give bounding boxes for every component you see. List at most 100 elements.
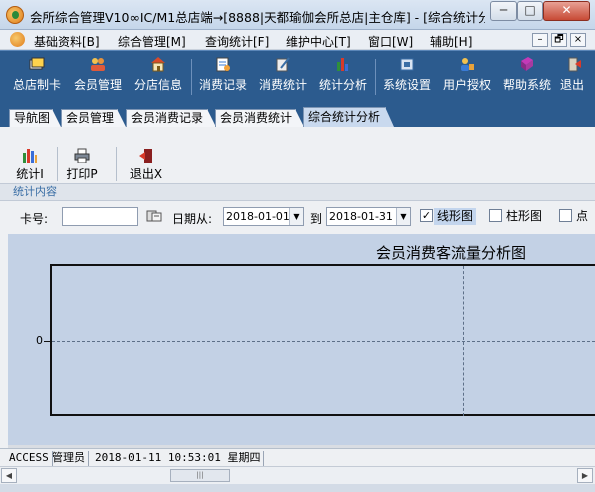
- chart-gridline-vertical: [463, 266, 464, 416]
- tab-consumption-record[interactable]: 会员消费记录: [126, 109, 216, 127]
- status-datetime: 2018-01-11 10:53:01 星期四: [92, 451, 265, 466]
- toolbar-separator: [191, 59, 192, 95]
- content-toolbar: 统计I 打印P 退出X: [0, 127, 595, 182]
- menu-basic-data[interactable]: 基础资料[B]: [34, 33, 100, 50]
- bar-chart-label[interactable]: 柱形图: [503, 208, 545, 225]
- toolbar-members-label: 会员管理: [73, 78, 122, 92]
- store-icon: [151, 57, 165, 72]
- scroll-left-icon[interactable]: ◀: [1, 468, 17, 483]
- toolbar-store-button[interactable]: 分店信息: [131, 54, 185, 98]
- toolbar-analysis-label: 统计分析: [318, 78, 367, 92]
- date-to-value: 2018-01-31: [329, 210, 393, 223]
- line-chart-label[interactable]: 线形图: [434, 208, 477, 225]
- chart-gridline-horizontal: [52, 341, 595, 342]
- date-from-picker[interactable]: 2018-01-01 ▼: [223, 207, 304, 226]
- chart-title: 会员消费客流量分析图: [376, 244, 527, 262]
- stats-label: 统计I: [16, 167, 44, 181]
- date-to-picker[interactable]: 2018-01-31 ▼: [326, 207, 411, 226]
- user-auth-icon: [461, 58, 474, 71]
- mdi-minimize-button[interactable]: –: [532, 33, 548, 47]
- menu-window[interactable]: 窗口[W]: [368, 33, 413, 50]
- scroll-thumb[interactable]: |||: [170, 469, 230, 482]
- tab-consumption-stats[interactable]: 会员消费统计: [215, 109, 304, 127]
- maximize-button[interactable]: □: [517, 1, 543, 21]
- tab-comprehensive-analysis[interactable]: 综合统计分析: [303, 107, 394, 127]
- consumption-record-icon: [216, 57, 230, 72]
- exit-icon: [568, 57, 581, 72]
- subtoolbar-separator: [57, 147, 58, 181]
- exit-button[interactable]: 退出X: [128, 148, 164, 182]
- toolbar-members-button[interactable]: 会员管理: [71, 54, 125, 98]
- print-label: 打印P: [66, 167, 98, 181]
- print-button[interactable]: 打印P: [64, 148, 100, 182]
- toolbar-settings-button[interactable]: 系统设置: [380, 54, 434, 98]
- stats-button[interactable]: 统计I: [13, 148, 47, 182]
- title-bar: 会所综合管理V10∞IC/M1总店端→[8888|天都瑜伽会所总店|主仓库] -…: [0, 0, 595, 30]
- settings-icon: [400, 58, 414, 71]
- status-bar: ACCESS 管理员 2018-01-11 10:53:01 星期四: [0, 448, 595, 466]
- menu-query-statistics[interactable]: 查询统计[F]: [205, 33, 269, 50]
- y-axis-tick-label: 0: [36, 334, 43, 347]
- toolbar-analysis-button[interactable]: 统计分析: [316, 54, 370, 98]
- mdi-close-button[interactable]: ×: [570, 33, 586, 47]
- menu-general-management[interactable]: 综合管理[M]: [118, 33, 186, 50]
- consumption-stats-icon: [276, 57, 290, 72]
- section-label: 统计内容: [0, 183, 595, 201]
- help-icon: [521, 57, 533, 71]
- app-menu-icon[interactable]: [10, 32, 25, 47]
- status-database: ACCESS: [6, 451, 53, 466]
- exit-label: 退出X: [129, 167, 163, 181]
- date-from-label: 日期从:: [172, 212, 213, 226]
- toolbar-exit-button[interactable]: 退出: [560, 54, 595, 98]
- toolbar-help-button[interactable]: 帮助系统: [500, 54, 554, 98]
- filter-bar: 卡号: 日期从: 2018-01-01 ▼ 到 2018-01-31 ▼ ✓ 线…: [0, 202, 595, 234]
- menu-bar: 基础资料[B] 综合管理[M] 查询统计[F] 维护中心[T] 窗口[W] 辅助…: [0, 30, 595, 50]
- bar-chart-checkbox[interactable]: [489, 209, 502, 222]
- toolbar-exit-label: 退出: [560, 78, 585, 92]
- app-logo-icon: [6, 6, 24, 24]
- main-toolbar: 总店制卡 会员管理 分店信息 消费记录 消费统计 统计分析 系统设置 用户授权 …: [0, 50, 595, 100]
- toolbar-help-label: 帮助系统: [502, 78, 551, 92]
- toolbar-consumption-stats-button[interactable]: 消费统计: [256, 54, 310, 98]
- exit-door-icon: [139, 149, 152, 163]
- card-icon: [29, 57, 45, 70]
- menu-maintenance[interactable]: 维护中心[T]: [286, 33, 351, 50]
- horizontal-scrollbar[interactable]: ◀ ||| ▶: [0, 466, 595, 484]
- date-from-value: 2018-01-01: [226, 210, 290, 223]
- line-chart-checkbox[interactable]: ✓: [420, 209, 433, 222]
- toolbar-card-label: 总店制卡: [12, 78, 61, 92]
- tab-bar: 导航图 会员管理 会员消费记录 会员消费统计 综合统计分析: [0, 100, 595, 127]
- menu-help[interactable]: 辅助[H]: [430, 33, 472, 50]
- mdi-restore-button[interactable]: 🗗: [551, 33, 567, 47]
- close-button[interactable]: ✕: [543, 1, 590, 21]
- y-axis-tick-mark: [44, 341, 50, 342]
- toolbar-store-label: 分店信息: [133, 78, 182, 92]
- tab-member-management[interactable]: 会员管理: [61, 109, 126, 127]
- point-chart-label[interactable]: 点: [573, 208, 591, 225]
- point-chart-checkbox[interactable]: [559, 209, 572, 222]
- toolbar-separator: [375, 59, 376, 95]
- status-user: 管理员: [49, 451, 89, 466]
- analysis-icon: [337, 58, 348, 71]
- printer-icon: [74, 148, 90, 163]
- window-title: 会所综合管理V10∞IC/M1总店端→[8888|天都瑜伽会所总店|主仓库] -…: [30, 10, 485, 25]
- card-reader-icon[interactable]: [146, 209, 162, 223]
- tab-navigation[interactable]: 导航图: [9, 109, 61, 127]
- toolbar-settings-label: 系统设置: [382, 78, 431, 92]
- toolbar-consumption-stats-label: 消费统计: [258, 78, 307, 92]
- toolbar-consumption-record-button[interactable]: 消费记录: [196, 54, 250, 98]
- toolbar-user-auth-button[interactable]: 用户授权: [440, 54, 494, 98]
- chevron-down-icon[interactable]: ▼: [396, 208, 410, 225]
- chevron-down-icon[interactable]: ▼: [289, 208, 303, 225]
- card-number-input[interactable]: [62, 207, 138, 226]
- chart-plot-area: [50, 264, 595, 416]
- toolbar-card-button[interactable]: 总店制卡: [10, 54, 64, 98]
- scroll-right-icon[interactable]: ▶: [577, 468, 593, 483]
- minimize-button[interactable]: ─: [490, 1, 517, 21]
- date-to-label: 到: [310, 212, 323, 226]
- card-number-label: 卡号:: [20, 212, 49, 226]
- members-icon: [91, 58, 105, 71]
- subtoolbar-separator: [116, 147, 117, 181]
- window-bottom-edge: [0, 484, 595, 492]
- toolbar-user-auth-label: 用户授权: [442, 78, 491, 92]
